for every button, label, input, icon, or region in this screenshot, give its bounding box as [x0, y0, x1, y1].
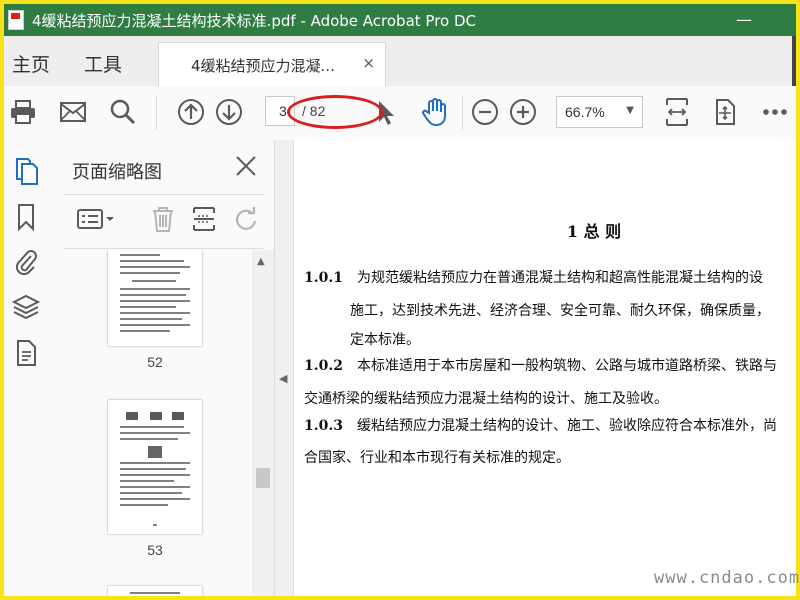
print-icon[interactable]	[8, 97, 38, 127]
document-tab-label: 4缓粘结预应力混凝...	[191, 57, 335, 75]
thumbnail-label: 53	[147, 542, 163, 558]
tab-home[interactable]: 主页	[12, 50, 50, 77]
page-down-icon[interactable]	[214, 97, 244, 127]
clause-text: 为规范缓粘结预应力在普通混凝土结构和超高性能混凝土结构的设	[356, 270, 763, 286]
panel-divider	[64, 194, 264, 195]
scroll-up-icon[interactable]: ▲	[257, 256, 265, 267]
scrollbar-thumb[interactable]	[256, 468, 270, 488]
clause-text: 施工，达到技术先进、经济合理、安全可靠、耐久环保，确保质量，	[350, 303, 770, 319]
panel-title: 页面缩略图	[72, 162, 162, 183]
attachment-icon[interactable]	[11, 246, 41, 276]
toolbar-divider	[156, 96, 157, 130]
panel-splitter[interactable]: ◀	[274, 140, 294, 596]
clause-text: 本标准适用于本市房屋和一般构筑物、公路与城市道路桥梁、铁路与	[356, 358, 777, 374]
fit-page-icon[interactable]	[662, 97, 692, 127]
window-title: 4缓粘结预应力混凝土结构技术标准.pdf - Adobe Acrobat Pro…	[32, 12, 477, 30]
email-icon[interactable]	[58, 97, 88, 127]
extract-icon[interactable]	[189, 204, 219, 234]
page-thumbnail-54[interactable]	[108, 586, 202, 596]
more-icon[interactable]	[760, 97, 790, 127]
content-icon[interactable]	[11, 338, 41, 368]
clause-text: 交通桥梁的缓粘结预应力混凝土结构的设计、施工及验收。	[304, 391, 668, 407]
document-view: 1 总 则 1.0.1 为规范缓粘结预应力在普通混凝土结构和超高性能混凝土结构的设…	[294, 140, 796, 596]
clause-number: 1.0.3	[304, 418, 343, 434]
clause-number: 1.0.2	[304, 358, 343, 374]
layers-icon[interactable]	[11, 292, 41, 322]
chevron-down-icon: ▼	[626, 105, 634, 116]
clause-1-0-1: 1.0.1 为规范缓粘结预应力在普通混凝土结构和超高性能混凝土结构的设	[304, 264, 763, 293]
window-edge	[792, 36, 796, 86]
panel-divider	[64, 248, 264, 249]
title-bar: 4缓粘结预应力混凝土结构技术标准.pdf - Adobe Acrobat Pro…	[4, 4, 796, 36]
tab-bar: 主页 工具 4缓粘结预应力混凝... ×	[4, 36, 796, 87]
tab-tools[interactable]: 工具	[84, 50, 122, 77]
close-tab-button[interactable]: ×	[362, 54, 375, 72]
minimize-button[interactable]: —	[736, 10, 752, 29]
annotation-circle	[287, 95, 383, 129]
chapter-heading: 1 总 则	[566, 222, 622, 241]
clause-text: 缓粘结预应力混凝土结构的设计、施工、验收除应符合本标准外，尚	[356, 418, 777, 434]
clause-text: 合国家、行业和本市现行有关标准的规定。	[304, 450, 570, 466]
clause-1-0-3: 1.0.3 缓粘结预应力混凝土结构的设计、施工、验收除应符合本标准外，尚	[304, 412, 777, 441]
search-icon[interactable]	[108, 97, 138, 127]
hand-icon[interactable]	[420, 97, 450, 127]
page-up-icon[interactable]	[176, 97, 206, 127]
clause-text: 定本标准。	[350, 332, 420, 348]
main-toolbar: 3 / 82 66.7% ▼	[4, 86, 796, 141]
delete-icon[interactable]	[148, 204, 178, 234]
thumbnail-list: 52 53	[48, 250, 250, 596]
toolbar-divider	[462, 96, 463, 130]
zoom-in-icon[interactable]	[508, 97, 538, 127]
page-thumbnails-icon[interactable]	[11, 156, 41, 186]
rotate-icon[interactable]	[231, 204, 261, 234]
clause-1-0-2: 1.0.2 本标准适用于本市房屋和一般构筑物、公路与城市道路桥梁、铁路与	[304, 352, 777, 381]
close-panel-icon[interactable]	[234, 154, 258, 178]
acrobat-app-icon	[8, 10, 24, 30]
thumbnails-panel: 页面缩略图 52 53 ▲	[48, 140, 274, 596]
page-thumbnail-53[interactable]	[108, 400, 202, 534]
zoom-out-icon[interactable]	[470, 97, 500, 127]
zoom-value: 66.7%	[565, 104, 605, 120]
options-menu-icon[interactable]	[76, 204, 116, 234]
page-thumbnail-52[interactable]	[108, 250, 202, 346]
collapse-panel-icon[interactable]: ◀	[279, 372, 287, 385]
watermark: www.cndao.com	[654, 568, 800, 588]
thumbnail-label: 52	[147, 354, 163, 370]
navigation-rail	[4, 140, 49, 596]
zoom-select[interactable]: 66.7% ▼	[556, 96, 643, 128]
clause-number: 1.0.1	[304, 270, 343, 286]
acrobat-window: 4缓粘结预应力混凝土结构技术标准.pdf - Adobe Acrobat Pro…	[4, 4, 796, 596]
bookmark-icon[interactable]	[11, 202, 41, 232]
thumbnail-scrollbar[interactable]: ▲	[252, 250, 274, 596]
tab-document[interactable]: 4缓粘结预应力混凝... ×	[158, 42, 386, 87]
rotate-page-icon[interactable]	[710, 97, 740, 127]
